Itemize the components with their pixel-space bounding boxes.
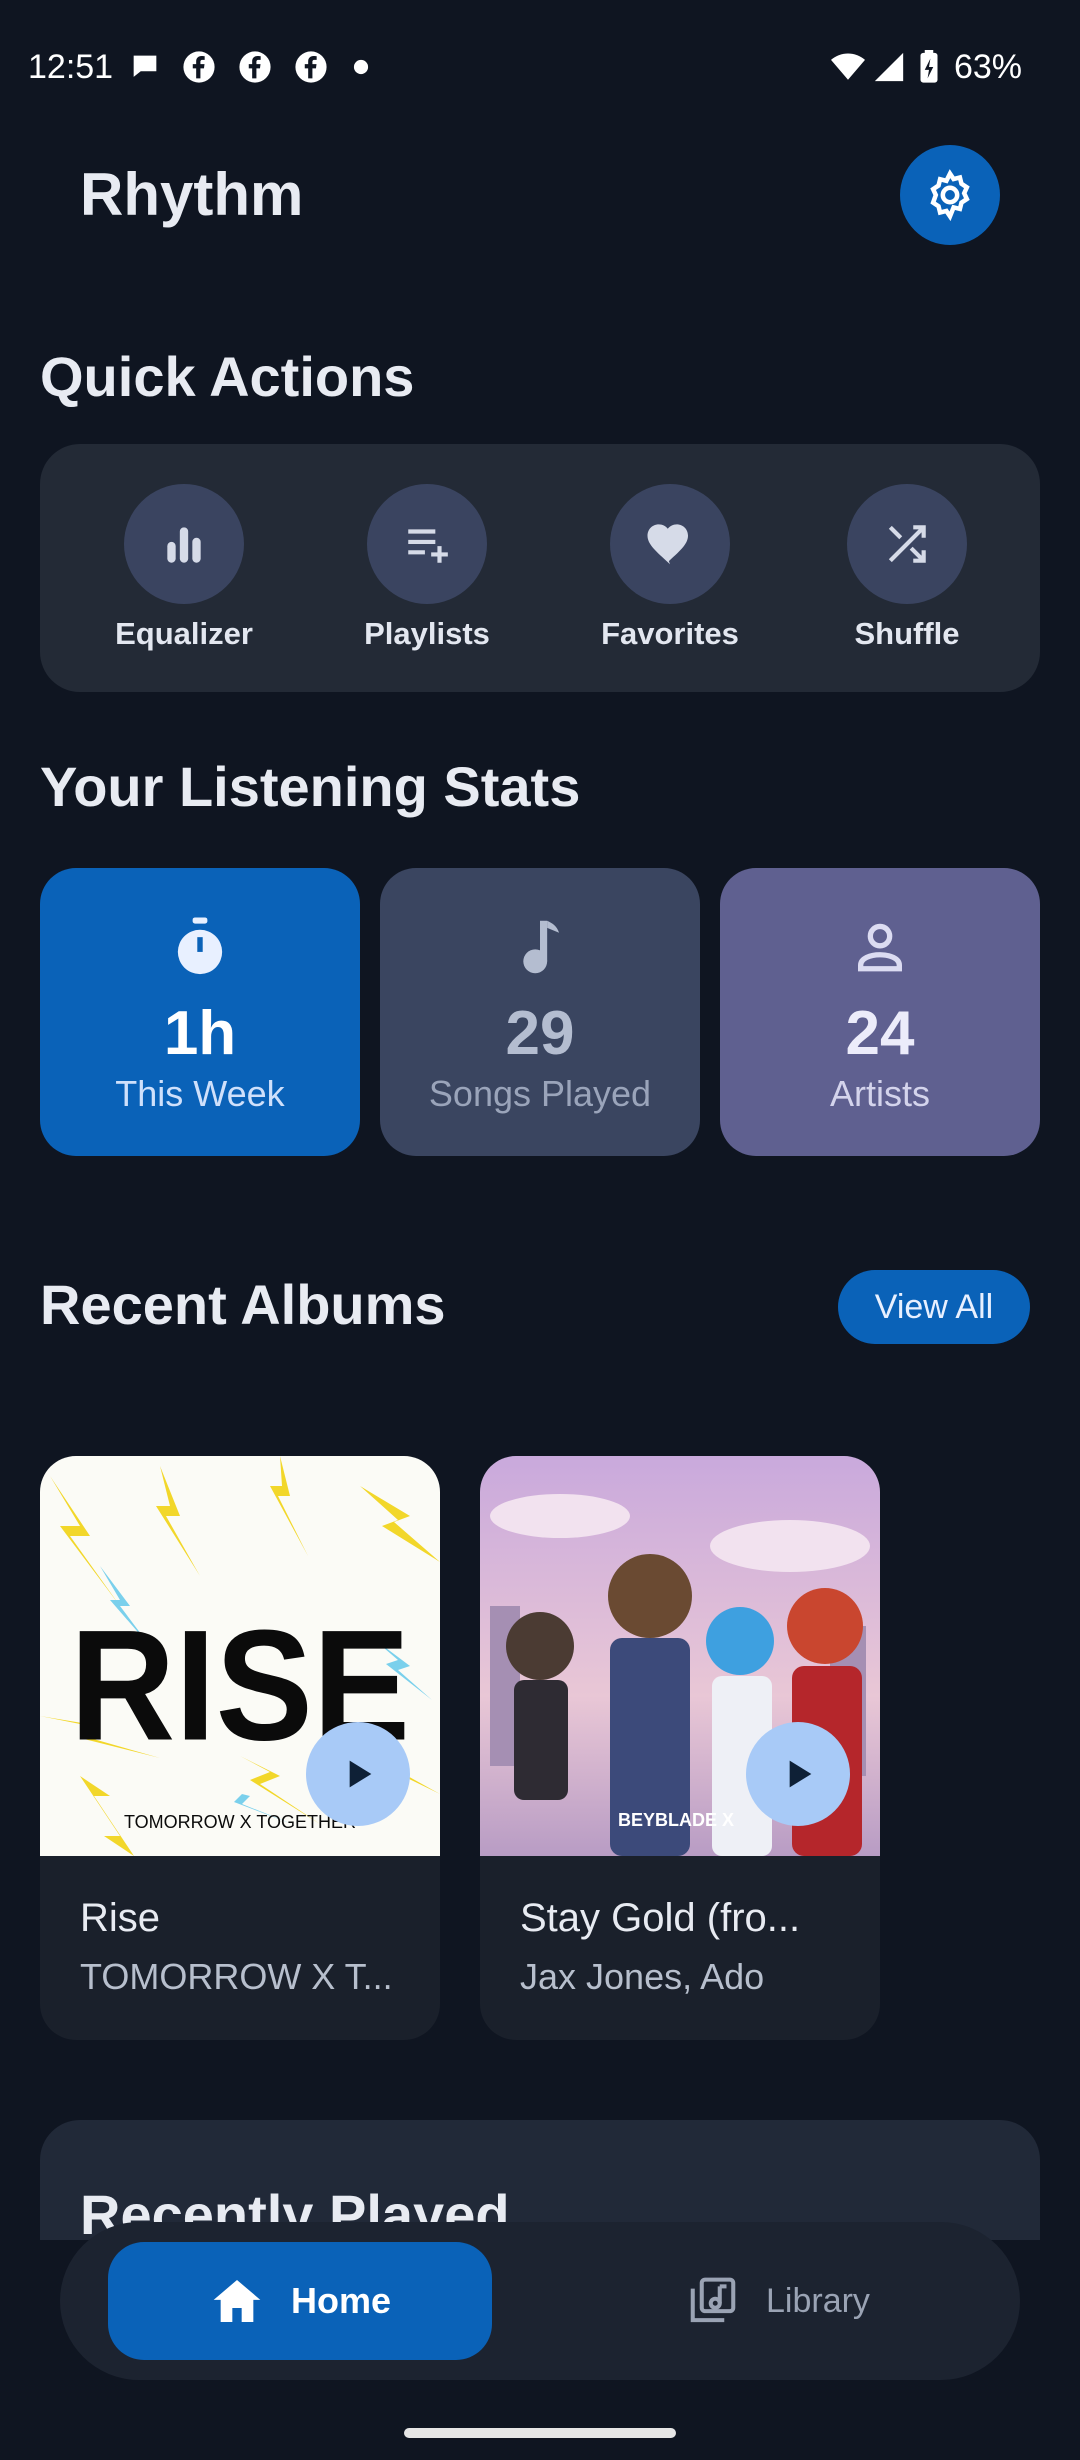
gesture-bar — [404, 2428, 676, 2438]
person-icon — [858, 923, 902, 972]
play-icon — [349, 1760, 372, 1788]
album-artist: Jax Jones, Ado — [520, 1956, 765, 1997]
facebook-icon — [295, 51, 327, 83]
equalizer-button[interactable]: Equalizer — [84, 484, 284, 664]
chat-notification-icon — [133, 55, 157, 77]
facebook-icon — [183, 51, 215, 83]
nav-home-label: Home — [290, 2280, 392, 2321]
recent-albums-title: Recent Albums — [40, 1273, 446, 1336]
cell-signal-icon — [874, 52, 904, 82]
favorites-label: Favorites — [601, 616, 739, 651]
album-art-logo: BEYBLADE X — [618, 1810, 734, 1830]
gear-icon — [930, 169, 970, 222]
library-music-icon — [690, 2277, 736, 2323]
shuffle-label: Shuffle — [854, 616, 960, 651]
stat-value-artists: 24 — [845, 999, 915, 1068]
listening-stats-title: Your Listening Stats — [40, 755, 581, 818]
nav-home-tab[interactable]: Home — [108, 2242, 492, 2360]
playlists-label: Playlists — [364, 616, 490, 651]
stat-value-songs: 29 — [505, 999, 575, 1068]
play-button[interactable] — [306, 1722, 410, 1826]
more-dot-icon — [353, 59, 369, 75]
status-time: 12:51 — [28, 48, 114, 86]
album-art-subtitle: TOMORROW X TOGETHER — [124, 1812, 356, 1832]
stat-card-artists[interactable]: 24 Artists — [720, 868, 1040, 1156]
album-card-rise[interactable]: RISE TOMORROW X TOGETHER Rise TOMORROW X… — [40, 1456, 440, 2040]
album-name: Stay Gold (fro... — [520, 1896, 801, 1940]
playlists-button[interactable]: Playlists — [327, 484, 527, 664]
playlist-add-icon — [408, 529, 448, 563]
battery-percent: 63% — [953, 48, 1022, 86]
equalizer-label: Equalizer — [115, 616, 253, 651]
app-title: Rhythm — [80, 161, 304, 228]
wifi-icon — [831, 53, 865, 80]
nav-library-tab[interactable]: Library — [686, 2242, 946, 2360]
play-button[interactable] — [746, 1722, 850, 1826]
heart-icon — [647, 524, 688, 565]
shuffle-button[interactable]: Shuffle — [807, 484, 1007, 664]
view-all-button[interactable]: View All — [838, 1270, 1030, 1344]
album-artist: TOMORROW X T... — [80, 1956, 393, 1997]
quick-actions-title: Quick Actions — [40, 345, 415, 408]
stat-label-songs: Songs Played — [428, 1073, 652, 1114]
status-bar: 12:51 63% — [0, 0, 1080, 140]
favorites-button[interactable]: Favorites — [570, 484, 770, 664]
timer-icon — [177, 917, 223, 975]
stat-value-time: 1h — [163, 999, 237, 1068]
home-icon — [213, 2280, 261, 2322]
stat-label-artists: Artists — [829, 1073, 930, 1114]
shuffle-icon — [888, 525, 926, 563]
music-note-icon — [523, 920, 560, 974]
album-card-stay-gold[interactable]: BEYBLADE X Stay Gold (fro... Jax Jones, … — [480, 1456, 880, 2040]
stat-card-songs[interactable]: 29 Songs Played — [380, 868, 700, 1156]
facebook-icon — [239, 51, 271, 83]
battery-charging-icon — [920, 50, 938, 83]
stat-label-time: This Week — [115, 1073, 285, 1114]
stat-card-time[interactable]: 1h This Week — [40, 868, 360, 1156]
play-icon — [789, 1760, 812, 1788]
album-name: Rise — [80, 1896, 161, 1940]
equalizer-icon — [167, 527, 201, 563]
nav-library-label: Library — [766, 2281, 870, 2320]
settings-button[interactable] — [900, 145, 1000, 245]
